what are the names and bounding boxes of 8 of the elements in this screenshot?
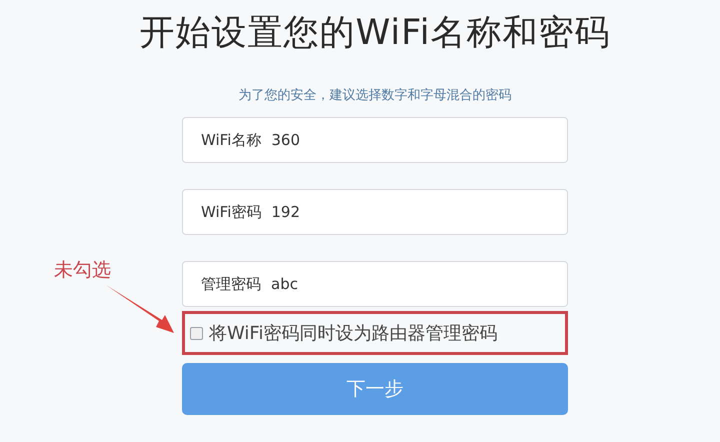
annotation-label: 未勾选 <box>54 258 111 283</box>
checkbox-label: 将WiFi密码同时设为路由器管理密码 <box>209 322 498 346</box>
page-title: 开始设置您的WiFi名称和密码 <box>140 12 610 54</box>
input-field[interactable]: 管理密码 abc <box>182 261 568 307</box>
input-field[interactable]: WiFi密码 192 <box>182 189 568 235</box>
input-field[interactable]: WiFi名称 360 <box>182 117 568 163</box>
checkbox[interactable] <box>190 326 203 340</box>
security-hint: 为了您的安全，建议选择数字和字母混合的密码 <box>238 87 512 105</box>
